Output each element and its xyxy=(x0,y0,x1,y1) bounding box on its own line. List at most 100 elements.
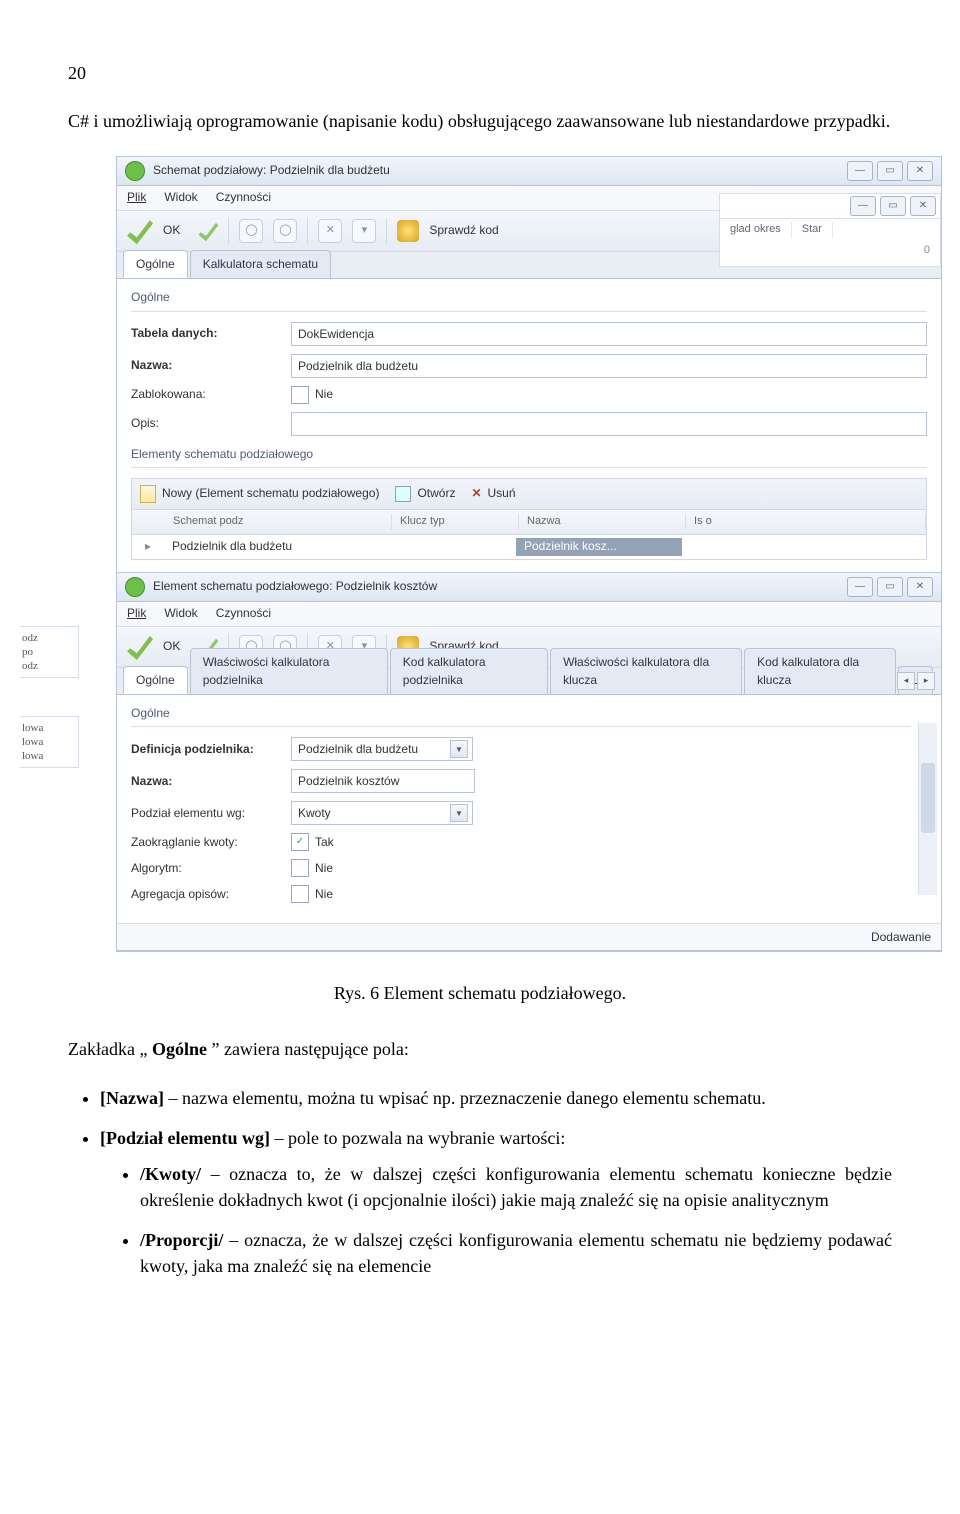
chk-zablokowana-txt: Nie xyxy=(315,386,333,403)
lbl-agr: Agregacja opisów: xyxy=(131,886,291,903)
gh-4[interactable]: Is o xyxy=(686,514,926,530)
menu-czynnosci[interactable]: Czynności xyxy=(216,189,271,206)
grid-delete[interactable]: ✕Usuń xyxy=(471,485,515,502)
win2-scrollbar[interactable] xyxy=(918,723,937,895)
win1-titlebar: Schemat podziałowy: Podzielnik dla budże… xyxy=(117,157,941,186)
tool-btn-3[interactable]: ✕ xyxy=(318,219,342,243)
chk-alg-txt: Nie xyxy=(315,860,333,877)
tool-btn-1[interactable]: ◯ xyxy=(239,219,263,243)
grid-elementy: Nowy (Element schematu podziałowego) Otw… xyxy=(131,478,927,560)
intro-paragraph: C# i umożliwiają oprogramowanie (napisan… xyxy=(68,108,892,134)
win2: Element schematu podziałowego: Podzielni… xyxy=(116,572,942,951)
bg-zero: 0 xyxy=(720,241,940,261)
new-icon xyxy=(140,485,156,503)
bg-min-btn[interactable]: — xyxy=(850,196,876,216)
chk-zaokr-txt: Tak xyxy=(315,834,334,851)
chk-agr[interactable] xyxy=(291,885,309,903)
tab2-ogolne[interactable]: Ogólne xyxy=(123,666,188,694)
win2-close[interactable]: ✕ xyxy=(907,577,933,597)
lbl-zablokowana: Zablokowana: xyxy=(131,386,291,403)
inp-opis[interactable] xyxy=(291,412,927,436)
lbl-alg: Algorytm: xyxy=(131,860,291,877)
chevron-down-icon-2: ▼ xyxy=(450,804,468,822)
inp-nazwa2[interactable]: Podzielnik kosztów xyxy=(291,769,475,793)
open-icon xyxy=(395,486,411,502)
tab2-1[interactable]: Właściwości kalkulatora podzielnika xyxy=(190,648,388,694)
bg-col-1: glad okres xyxy=(720,222,792,238)
win1-max[interactable]: ▭ xyxy=(877,161,903,181)
bg-close-btn[interactable]: ✕ xyxy=(910,196,936,216)
background-window-fragment: — ▭ ✕ glad okres Star 0 xyxy=(719,193,941,267)
section-ogolne: Ogólne xyxy=(131,289,927,311)
chk-alg[interactable] xyxy=(291,859,309,877)
sub-kwoty: /Kwoty/ – oznacza to, że w dalszej częśc… xyxy=(140,1161,892,1213)
bullet-list: [Nazwa] – nazwa elementu, można tu wpisa… xyxy=(100,1085,892,1280)
bullet-podzial: [Podział elementu wg] – pole to pozwala … xyxy=(100,1125,892,1279)
ok-small-icon[interactable] xyxy=(198,221,218,241)
app-icon-2 xyxy=(125,577,145,597)
ok-big-icon[interactable] xyxy=(127,218,153,244)
win1-title: Schemat podziałowy: Podzielnik dla budże… xyxy=(153,162,390,179)
dd-def[interactable]: Podzielnik dla budżetu▼ xyxy=(291,737,473,761)
grid-row-1[interactable]: ▸ Podzielnik dla budżetu Podzielnik kosz… xyxy=(132,535,926,559)
tab2-3[interactable]: Właściwości kalkulatora dla klucza xyxy=(550,648,742,694)
tool-btn-2[interactable]: ◯ xyxy=(273,219,297,243)
delete-icon: ✕ xyxy=(471,485,481,502)
win1-min[interactable]: — xyxy=(847,161,873,181)
chk-zaokr[interactable]: ✓ xyxy=(291,833,309,851)
win2-min[interactable]: — xyxy=(847,577,873,597)
verify-icon[interactable] xyxy=(397,220,419,242)
inp-nazwa[interactable]: Podzielnik dla budżetu xyxy=(291,354,927,378)
footer-text: Dodawanie xyxy=(871,929,931,946)
win2-title: Element schematu podziałowego: Podzielni… xyxy=(153,578,437,595)
app-icon xyxy=(125,161,145,181)
dd-podzial[interactable]: Kwoty▼ xyxy=(291,801,473,825)
ok2-label[interactable]: OK xyxy=(163,638,180,655)
chevron-down-icon: ▼ xyxy=(450,740,468,758)
ok2-big-icon[interactable] xyxy=(127,634,153,660)
lbl-opis: Opis: xyxy=(131,415,291,432)
menu2-widok[interactable]: Widok xyxy=(164,605,197,622)
bg-col-2: Star xyxy=(792,222,833,238)
gh-2[interactable]: Klucz typ xyxy=(392,514,519,530)
win1-body: Ogólne Tabela danych:DokEwidencja Nazwa:… xyxy=(117,279,941,572)
zakladka-intro: Zakładka „ Ogólne ” zawiera następujące … xyxy=(68,1036,892,1062)
ok-label[interactable]: OK xyxy=(163,222,180,239)
section2-ogolne: Ogólne xyxy=(131,705,911,727)
sub-proporcji: /Proporcji/ – oznacza, że w dalszej częś… xyxy=(140,1227,892,1279)
gh-3[interactable]: Nazwa xyxy=(519,514,686,530)
section-elementy: Elementy schematu podziałowego xyxy=(131,446,927,468)
tool-btn-4[interactable]: ▾ xyxy=(352,219,376,243)
win2-tabs: Ogólne Właściwości kalkulatora podzielni… xyxy=(117,668,941,695)
lbl-podzial: Podział elementu wg: xyxy=(131,805,291,822)
gh-1[interactable]: Schemat podz xyxy=(165,514,392,530)
tab2-2[interactable]: Kod kalkulatora podzielnika xyxy=(390,648,548,694)
bg-max-btn[interactable]: ▭ xyxy=(880,196,906,216)
grid-new[interactable]: Nowy (Element schematu podziałowego) xyxy=(140,485,379,503)
figure-6: — ▭ ✕ glad okres Star 0 Schemat podziało… xyxy=(68,156,892,952)
menu-widok[interactable]: Widok xyxy=(164,189,197,206)
menu2-plik[interactable]: Plik xyxy=(127,605,146,622)
inp-tabela[interactable]: DokEwidencja xyxy=(291,322,927,346)
tabscroll-right[interactable]: ▸ xyxy=(917,672,935,690)
win2-body: Ogólne Definicja podzielnika:Podzielnik … xyxy=(117,695,941,923)
tab-ogolne[interactable]: Ogólne xyxy=(123,250,188,278)
chk-zablokowana[interactable] xyxy=(291,386,309,404)
win1-close[interactable]: ✕ xyxy=(907,161,933,181)
lbl-tabela: Tabela danych: xyxy=(131,325,291,342)
grid-open[interactable]: Otwórz xyxy=(395,485,455,502)
win2-max[interactable]: ▭ xyxy=(877,577,903,597)
tabscroll-left[interactable]: ◂ xyxy=(897,672,915,690)
tab-kalkulatora[interactable]: Kalkulatora schematu xyxy=(190,250,331,278)
verify-label[interactable]: Sprawdź kod xyxy=(429,222,498,239)
win2-footer: Dodawanie xyxy=(117,923,941,950)
lbl-def: Definicja podzielnika: xyxy=(131,741,291,758)
gr1-c1: Podzielnik dla budżetu xyxy=(164,538,390,555)
tab2-4[interactable]: Kod kalkulatora dla klucza xyxy=(744,648,896,694)
menu2-czynnosci[interactable]: Czynności xyxy=(216,605,271,622)
figure-caption: Rys. 6 Element schematu podziałowego. xyxy=(68,980,892,1006)
menu-plik[interactable]: Plik xyxy=(127,189,146,206)
page-number: 20 xyxy=(68,60,892,86)
chk-agr-txt: Nie xyxy=(315,886,333,903)
lbl-zaokr: Zaokrąglanie kwoty: xyxy=(131,834,291,851)
